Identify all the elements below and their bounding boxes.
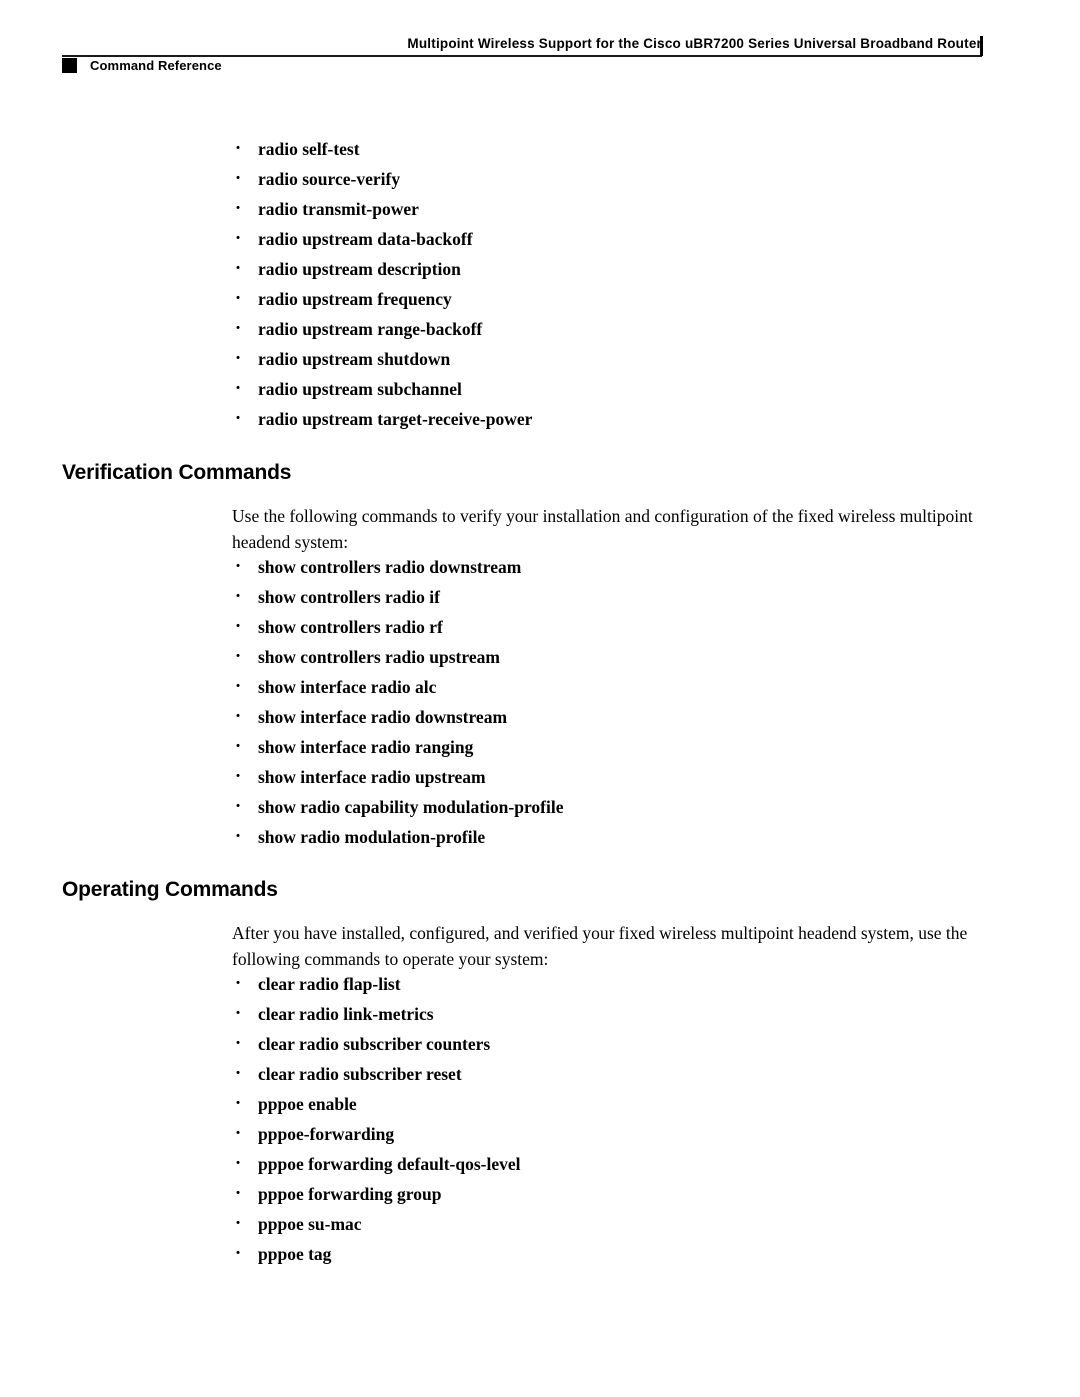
- verification-command-item: show radio modulation-profile: [232, 822, 563, 852]
- command-label: show controllers radio rf: [258, 617, 443, 637]
- header-bullet-square-icon: [62, 58, 77, 73]
- page-header: Multipoint Wireless Support for the Cisc…: [0, 0, 1080, 90]
- command-label: pppoe tag: [258, 1244, 332, 1264]
- heading-operating-commands: Operating Commands: [62, 878, 278, 901]
- paragraph-verification-commands: Use the following commands to verify you…: [232, 506, 973, 552]
- command-label: pppoe-forwarding: [258, 1124, 395, 1144]
- command-label: radio upstream range-backoff: [258, 319, 483, 339]
- configuration-command-item: radio upstream shutdown: [232, 344, 532, 374]
- command-label: radio upstream frequency: [258, 289, 452, 309]
- command-label: radio upstream shutdown: [258, 349, 451, 369]
- command-label: show controllers radio downstream: [258, 557, 522, 577]
- operating-command-item: pppoe tag: [232, 1239, 521, 1269]
- configuration-command-item: radio upstream range-backoff: [232, 314, 532, 344]
- configuration-command-item: radio upstream frequency: [232, 284, 532, 314]
- verification-command-item: show controllers radio upstream: [232, 642, 563, 672]
- command-label: clear radio subscriber reset: [258, 1064, 462, 1084]
- command-label: pppoe enable: [258, 1094, 357, 1114]
- verification-command-item: show controllers radio if: [232, 582, 563, 612]
- command-label: radio upstream data-backoff: [258, 229, 473, 249]
- operating-command-item: clear radio subscriber reset: [232, 1059, 521, 1089]
- document-title: Multipoint Wireless Support for the Cisc…: [407, 36, 982, 51]
- command-label: show interface radio ranging: [258, 737, 474, 757]
- configuration-command-item: radio upstream target-receive-power: [232, 404, 532, 434]
- configuration-command-item: radio source-verify: [232, 164, 532, 194]
- command-label: pppoe su-mac: [258, 1214, 362, 1234]
- command-label: show radio modulation-profile: [258, 827, 486, 847]
- command-label: clear radio link-metrics: [258, 1004, 434, 1024]
- verification-command-item: show controllers radio rf: [232, 612, 563, 642]
- command-label: clear radio flap-list: [258, 974, 401, 994]
- command-label: show interface radio downstream: [258, 707, 508, 727]
- verification-command-item: show radio capability modulation-profile: [232, 792, 563, 822]
- operating-command-item: clear radio flap-list: [232, 969, 521, 999]
- header-section-label: Command Reference: [90, 58, 222, 73]
- configuration-command-item: radio upstream subchannel: [232, 374, 532, 404]
- operating-command-item: clear radio link-metrics: [232, 999, 521, 1029]
- operating-command-item: pppoe su-mac: [232, 1209, 521, 1239]
- paragraph-operating-commands: After you have installed, configured, an…: [232, 923, 968, 969]
- page-footer: Cisco IOS Release 12.1(5)XM 18: [0, 1287, 1080, 1397]
- operating-command-item: pppoe forwarding default-qos-level: [232, 1149, 521, 1179]
- command-label: clear radio subscriber counters: [258, 1034, 491, 1054]
- command-label: show controllers radio if: [258, 587, 440, 607]
- command-label: pppoe forwarding group: [258, 1184, 442, 1204]
- command-label: radio source-verify: [258, 169, 401, 189]
- operating-command-item: pppoe enable: [232, 1089, 521, 1119]
- command-label: radio upstream target-receive-power: [258, 409, 533, 429]
- command-label: radio self-test: [258, 139, 360, 159]
- configuration-command-item: radio upstream description: [232, 254, 532, 284]
- command-list-verification: show controllers radio downstream show co…: [232, 552, 563, 852]
- document-page: Multipoint Wireless Support for the Cisc…: [0, 0, 1080, 1397]
- verification-command-item: show interface radio alc: [232, 672, 563, 702]
- verification-command-item: show controllers radio downstream: [232, 552, 563, 582]
- command-label: show radio capability modulation-profile: [258, 797, 564, 817]
- configuration-command-item: radio upstream data-backoff: [232, 224, 532, 254]
- operating-command-item: pppoe forwarding group: [232, 1179, 521, 1209]
- configuration-command-item: radio self-test: [232, 134, 532, 164]
- verification-command-item: show interface radio downstream: [232, 702, 563, 732]
- operating-command-item: pppoe-forwarding: [232, 1119, 521, 1149]
- heading-verification-commands: Verification Commands: [62, 461, 292, 484]
- command-label: show interface radio alc: [258, 677, 437, 697]
- verification-command-item: show interface radio ranging: [232, 732, 563, 762]
- command-label: show interface radio upstream: [258, 767, 486, 787]
- command-label: radio upstream description: [258, 259, 461, 279]
- header-rule-end-tick: [980, 36, 983, 56]
- verification-command-item: show interface radio upstream: [232, 762, 563, 792]
- command-label: radio upstream subchannel: [258, 379, 462, 399]
- command-list-configuration: radio self-test radio source-verify radio …: [232, 134, 532, 434]
- command-label: pppoe forwarding default-qos-level: [258, 1154, 521, 1174]
- command-label: show controllers radio upstream: [258, 647, 500, 667]
- command-label: radio transmit-power: [258, 199, 419, 219]
- command-list-operating: clear radio flap-list clear radio link-me…: [232, 969, 521, 1269]
- header-divider-rule: [62, 55, 982, 57]
- operating-command-item: clear radio subscriber counters: [232, 1029, 521, 1059]
- configuration-command-item: radio transmit-power: [232, 194, 532, 224]
